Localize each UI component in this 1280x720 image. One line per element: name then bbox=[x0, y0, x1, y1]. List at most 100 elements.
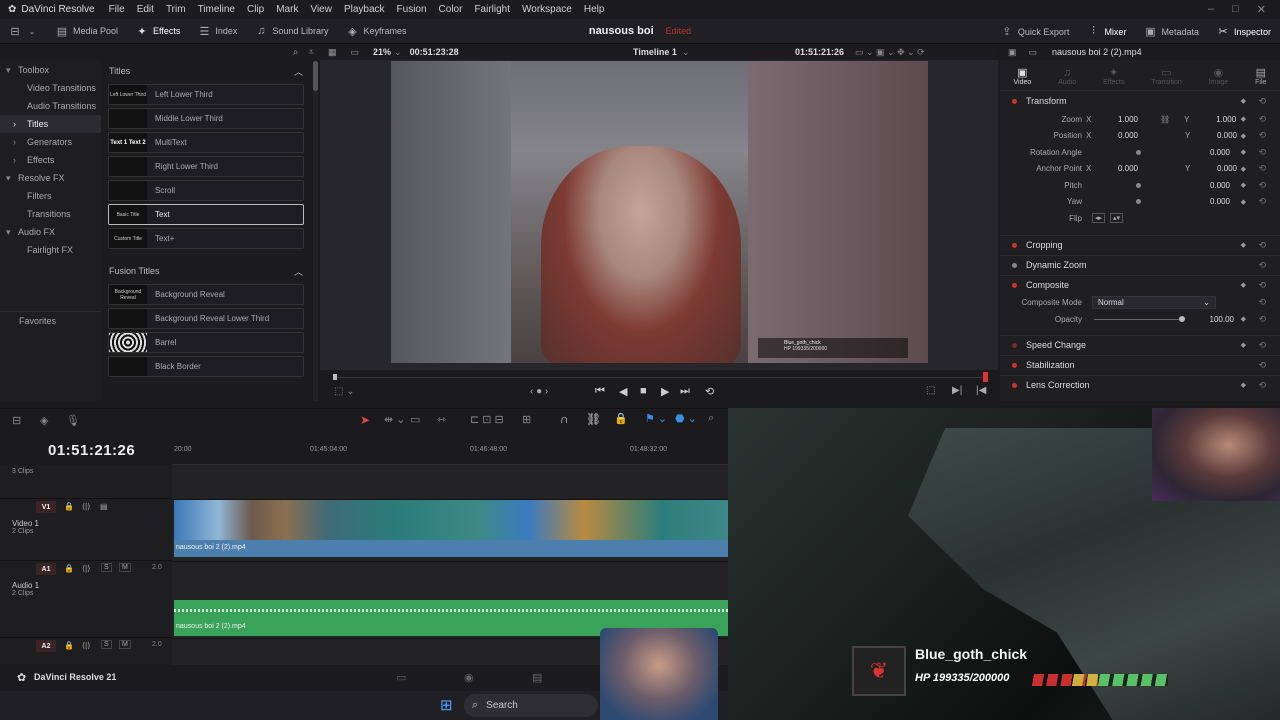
mute-button[interactable]: M bbox=[119, 640, 131, 649]
sidebar-item-fairlight-fx[interactable]: Fairlight FX bbox=[0, 241, 101, 259]
reset-icon[interactable]: ⟲ bbox=[1258, 180, 1266, 191]
menu-timeline[interactable]: Timeline bbox=[192, 4, 241, 15]
scroll-thumb[interactable] bbox=[313, 61, 318, 91]
lock-icon[interactable]: 🔒 bbox=[64, 564, 74, 573]
tab-transition[interactable]: ▭ Transition bbox=[1151, 66, 1181, 86]
close-icon[interactable]: ✕ bbox=[1257, 3, 1266, 16]
jog-icon[interactable]: ‹ ● › bbox=[530, 386, 548, 397]
fx-black-border[interactable]: Black Border bbox=[108, 356, 304, 377]
enable-toggle[interactable] bbox=[1012, 98, 1017, 104]
flag-icon[interactable]: ⚑ ⌄ bbox=[645, 412, 667, 425]
keyframe-icon[interactable]: ◆ bbox=[1241, 381, 1246, 389]
playhead-marker[interactable] bbox=[983, 372, 988, 382]
fx-text-plus[interactable]: Custom Title Text+ bbox=[108, 228, 304, 249]
titles-section-header[interactable]: Titles ︿ bbox=[101, 61, 311, 81]
taskbar-search[interactable]: ⌕ Search bbox=[464, 694, 598, 717]
section-speed-change[interactable]: Speed Change ◆ ⟲ bbox=[1000, 334, 1280, 355]
solo-button[interactable]: S bbox=[101, 563, 112, 572]
auto-select-icon[interactable]: ⟨|⟩ bbox=[82, 502, 90, 511]
menu-trim[interactable]: Trim bbox=[160, 4, 192, 15]
lock-icon[interactable]: 🔒 bbox=[64, 641, 74, 650]
reset-icon[interactable]: ⟲ bbox=[1258, 130, 1266, 141]
fx-middle-lower-third[interactable]: Middle Lower Third bbox=[108, 108, 304, 129]
solo-button[interactable]: S bbox=[101, 640, 112, 649]
viewer-scrubber[interactable] bbox=[333, 372, 988, 382]
next-edit-icon[interactable]: ▶| bbox=[952, 385, 962, 396]
enable-toggle[interactable] bbox=[1012, 342, 1017, 348]
keyframes-button[interactable]: ◈ Keyframes bbox=[337, 19, 415, 43]
effects-button[interactable]: ✦ Effects bbox=[127, 19, 189, 43]
blade-tool-icon[interactable]: ⇿ bbox=[437, 413, 446, 426]
rotation-field[interactable]: 0.000 bbox=[1188, 148, 1230, 157]
sidebar-item-toolbox[interactable]: ▾ Toolbox bbox=[0, 61, 101, 79]
sidebar-item-filters[interactable]: Filters bbox=[0, 187, 101, 205]
tab-video[interactable]: ▣ Video bbox=[1013, 66, 1031, 86]
sidebar-item-video-transitions[interactable]: Video Transitions bbox=[0, 79, 101, 97]
menu-fairlight[interactable]: Fairlight bbox=[468, 4, 516, 15]
metadata-button[interactable]: ▣ Metadata bbox=[1135, 19, 1208, 44]
fx-right-lower-third[interactable]: Right Lower Third bbox=[108, 156, 304, 177]
section-cropping[interactable]: Cropping ◆ ⟲ bbox=[1000, 234, 1280, 255]
menu-help[interactable]: Help bbox=[578, 4, 611, 15]
zoom-x-field[interactable]: 1.000 bbox=[1096, 115, 1138, 124]
sidebar-item-audio-transitions[interactable]: Audio Transitions bbox=[0, 97, 101, 115]
fx-scroll[interactable]: Scroll bbox=[108, 180, 304, 201]
enable-toggle[interactable] bbox=[1012, 282, 1017, 288]
fx-text[interactable]: Basic Title Text bbox=[108, 204, 304, 225]
pitch-field[interactable]: 0.000 bbox=[1188, 181, 1230, 190]
keyframe-icon[interactable]: ◆ bbox=[1241, 97, 1246, 105]
media-pool-button[interactable]: ▤ Media Pool bbox=[47, 19, 127, 43]
video-clip-thumbnails[interactable] bbox=[174, 500, 728, 540]
reset-icon[interactable]: ⟲ bbox=[1258, 380, 1266, 391]
menu-workspace[interactable]: Workspace bbox=[516, 4, 578, 15]
track-badge-v1[interactable]: V1 bbox=[36, 501, 56, 513]
timeline-ruler[interactable]: 20:00 01:45:04:00 01:46:48:00 01:48:32:0… bbox=[172, 439, 728, 465]
track-badge-a1[interactable]: A1 bbox=[36, 563, 56, 575]
menu-file[interactable]: File bbox=[103, 4, 131, 15]
play-icon[interactable]: ▶ bbox=[661, 385, 669, 398]
mute-button[interactable]: M bbox=[119, 563, 131, 572]
maximize-icon[interactable]: □ bbox=[1232, 3, 1239, 16]
cut-page-icon[interactable]: ◉ bbox=[464, 671, 474, 684]
opacity-field[interactable]: 100.00 bbox=[1188, 315, 1234, 324]
view-options-icon[interactable]: ⬚ ⌄ bbox=[334, 386, 355, 397]
flip-vertical-icon[interactable]: ▴▾ bbox=[1110, 213, 1124, 224]
chevron-down-icon[interactable]: ⌄ bbox=[394, 47, 402, 58]
sidebar-item-effects[interactable]: › Effects bbox=[0, 151, 101, 169]
track-badge-a2[interactable]: A2 bbox=[36, 640, 56, 652]
flip-horizontal-icon[interactable]: ◂▸ bbox=[1092, 213, 1106, 224]
timeline-name[interactable]: Timeline 1 bbox=[633, 47, 677, 57]
inspector-view-icon[interactable]: ▭ bbox=[1029, 47, 1038, 58]
keyframe-icon[interactable]: ◆ bbox=[1241, 132, 1246, 140]
keyframe-icon[interactable]: ◆ bbox=[1241, 241, 1246, 249]
inspector-button[interactable]: ✂ Inspector bbox=[1208, 19, 1280, 44]
menu-fusion[interactable]: Fusion bbox=[391, 4, 433, 15]
enable-toggle[interactable] bbox=[1012, 242, 1017, 248]
stop-icon[interactable]: ■ bbox=[640, 385, 647, 397]
keyframe-icon[interactable]: ◆ bbox=[1241, 281, 1246, 289]
keyframe-icon[interactable]: ◆ bbox=[1241, 181, 1246, 189]
position-x-field[interactable]: 0.000 bbox=[1096, 131, 1138, 140]
linked-selection-icon[interactable]: ⛓ bbox=[586, 412, 601, 426]
keyframe-icon[interactable]: ◆ bbox=[1241, 198, 1246, 206]
favorites-header[interactable]: Favorites bbox=[0, 311, 101, 329]
edit-page-icon[interactable]: ▤ bbox=[532, 671, 542, 684]
windows-start-icon[interactable]: ⊞ bbox=[440, 696, 453, 714]
viewer-options-icon[interactable]: ▭ ⌄ ▣ ⌄ ✥ ⌄ ⟳ bbox=[855, 47, 925, 58]
video-clip[interactable]: nausous boi 2 (2).mp4 bbox=[174, 540, 728, 557]
sidebar-item-resolve-fx[interactable]: ▾ Resolve FX bbox=[0, 169, 101, 187]
rotation-slider[interactable] bbox=[1136, 149, 1141, 155]
lock-icon[interactable]: 🔒 bbox=[614, 412, 628, 425]
section-stabilization[interactable]: Stabilization ⟲ bbox=[1000, 354, 1280, 375]
in-marker[interactable] bbox=[333, 374, 337, 380]
link-icon[interactable]: ⛓ bbox=[1160, 115, 1170, 124]
yaw-field[interactable]: 0.000 bbox=[1188, 197, 1230, 206]
effects-scrollbar[interactable] bbox=[313, 61, 318, 401]
sidebar-item-titles[interactable]: › Titles bbox=[0, 115, 101, 133]
enable-toggle[interactable] bbox=[1012, 262, 1017, 268]
index-button[interactable]: ☰ Index bbox=[189, 19, 246, 43]
keyframe-icon[interactable]: ◆ bbox=[1241, 148, 1246, 156]
mixer-button[interactable]: ⫶ Mixer bbox=[1078, 19, 1135, 44]
tab-audio[interactable]: ♫ Audio bbox=[1058, 67, 1076, 86]
viewer-layout-icon[interactable]: ▦ bbox=[328, 47, 337, 58]
